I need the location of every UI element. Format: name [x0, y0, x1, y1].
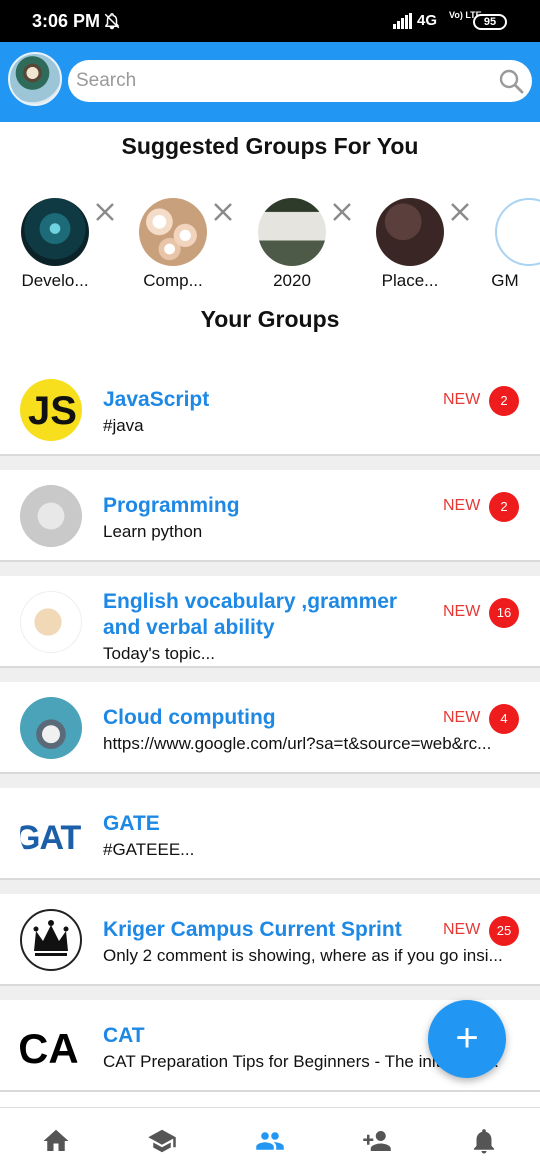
group-subtitle: Today's topic... [103, 644, 215, 663]
groups-icon[interactable] [255, 1126, 285, 1156]
group-row-kriger-campus[interactable]: Kriger Campus Current Sprint Only 2 comm… [0, 894, 540, 986]
suggested-group-image[interactable] [21, 198, 89, 266]
mute-notifications-icon [104, 13, 120, 30]
group-subtitle: #java [103, 416, 144, 435]
suggested-group-item[interactable]: GM [491, 196, 540, 296]
suggested-group-image[interactable] [139, 198, 207, 266]
unread-count-badge: 25 [489, 916, 519, 946]
group-avatar: GATE [20, 803, 82, 865]
close-icon[interactable] [330, 200, 354, 224]
close-icon[interactable] [211, 200, 235, 224]
group-avatar: CA [20, 1015, 82, 1077]
group-title: English vocabulary ,grammer and verbal a… [103, 590, 398, 639]
suggested-groups-title: Suggested Groups For You [121, 133, 419, 159]
battery-indicator: 95 [473, 14, 507, 30]
suggested-group-image[interactable] [495, 198, 540, 266]
group-row-gate[interactable]: GATE GATE #GATEEE... [0, 788, 540, 880]
group-row-cloud-computing[interactable]: Cloud computing https://www.google.com/u… [0, 682, 540, 774]
search-bar[interactable] [68, 60, 532, 102]
group-title: Kriger Campus Current Sprint [103, 918, 402, 941]
divider [0, 562, 540, 576]
group-title: GATE [103, 812, 160, 835]
new-label: NEW [443, 921, 481, 938]
group-title: Cloud computing [103, 706, 276, 729]
home-icon[interactable] [41, 1126, 71, 1156]
school-icon[interactable] [147, 1126, 177, 1156]
new-label: NEW [443, 603, 481, 620]
group-avatar [20, 909, 82, 971]
unread-count-badge: 4 [489, 704, 519, 734]
bell-icon[interactable] [469, 1126, 499, 1156]
signal-icon [393, 13, 412, 29]
suggested-group-item[interactable]: Comp... [139, 196, 249, 296]
group-subtitle: Learn python [103, 522, 203, 541]
group-avatar-text: CA [20, 1025, 79, 1072]
divider [0, 880, 540, 894]
your-groups-title: Your Groups [200, 306, 340, 332]
suggested-group-image[interactable] [376, 198, 444, 266]
crown-icon [33, 920, 69, 956]
close-icon[interactable] [448, 200, 472, 224]
bottom-navigation [0, 1107, 540, 1170]
group-avatar [20, 591, 82, 653]
suggested-group-label: Comp... [143, 271, 203, 290]
search-icon[interactable] [498, 68, 524, 94]
divider [0, 986, 540, 1000]
group-row-programming[interactable]: Programming Learn python NEW 2 [0, 470, 540, 562]
new-label: NEW [443, 391, 481, 408]
status-time: 3:06 PM [32, 11, 101, 31]
unread-count-badge: 2 [489, 492, 519, 522]
group-avatar [20, 697, 82, 759]
suggested-group-label: Place... [381, 271, 439, 290]
close-icon[interactable] [93, 200, 117, 224]
suggested-group-item[interactable]: 2020 [258, 196, 368, 296]
person-add-icon[interactable] [362, 1126, 392, 1156]
divider [0, 774, 540, 788]
status-bar: 3:06 PM 4G Vo) LTE 95 [0, 0, 540, 42]
group-avatar-text: GATE [20, 819, 82, 857]
suggested-group-image[interactable] [258, 198, 326, 266]
group-avatar [20, 485, 82, 547]
group-subtitle: #GATEEE... [103, 840, 195, 859]
add-group-fab[interactable]: + [428, 1000, 506, 1078]
search-input[interactable] [76, 60, 476, 102]
suggested-groups-carousel[interactable]: Develo... Comp... 2020 Place... GM [0, 196, 540, 296]
group-avatar: JS [20, 379, 82, 441]
group-subtitle: Only 2 comment is showing, where as if y… [103, 946, 503, 965]
group-avatar-text: JS [28, 389, 77, 433]
top-app-bar [0, 42, 540, 122]
new-label: NEW [443, 709, 481, 726]
group-title: JavaScript [103, 388, 210, 411]
suggested-group-item[interactable]: Develo... [21, 196, 131, 296]
unread-count-badge: 16 [489, 598, 519, 628]
divider [0, 456, 540, 470]
group-subtitle: https://www.google.com/url?sa=t&source=w… [103, 734, 492, 753]
group-title: Programming [103, 494, 240, 517]
group-row-english-vocabulary[interactable]: English vocabulary ,grammer and verbal a… [0, 576, 540, 668]
new-label: NEW [443, 497, 481, 514]
suggested-group-label: GM [491, 271, 519, 290]
divider [0, 668, 540, 682]
unread-count-badge: 2 [489, 386, 519, 416]
group-row-javascript[interactable]: JS JavaScript #java NEW 2 [0, 364, 540, 456]
suggested-group-label: Develo... [21, 271, 89, 290]
suggested-group-label: 2020 [273, 271, 311, 290]
network-type: 4G [417, 12, 438, 29]
group-title: CAT [103, 1024, 145, 1047]
profile-avatar[interactable] [8, 52, 62, 106]
